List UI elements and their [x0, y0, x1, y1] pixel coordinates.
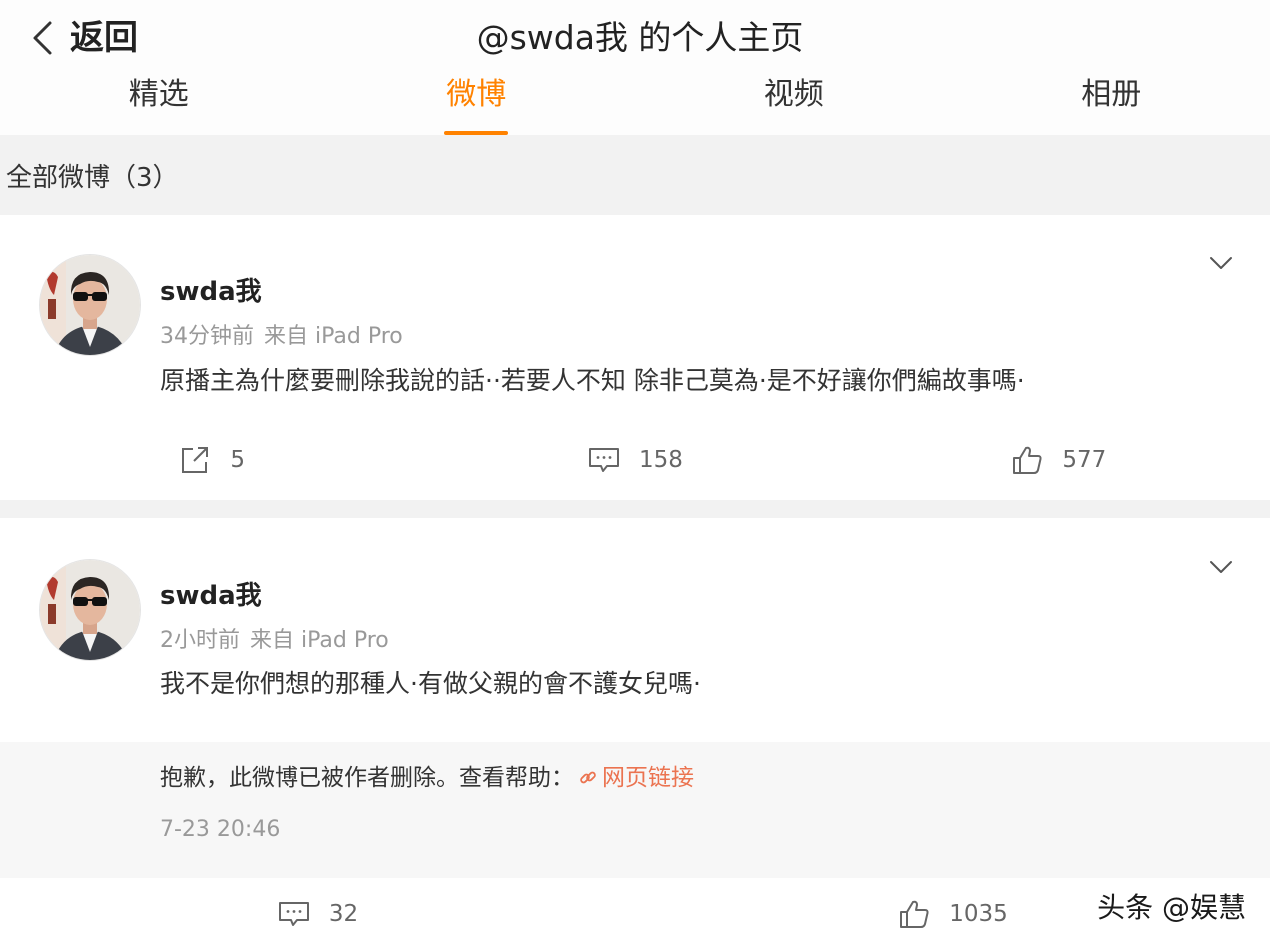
post-source: 来自 iPad Pro: [250, 628, 389, 653]
tab-label: 精选: [128, 77, 189, 112]
tab-label: 微博: [446, 77, 507, 112]
chevron-left-icon: [30, 20, 54, 56]
comment-icon: [587, 443, 621, 477]
profile-header: 返回 @swda我 的个人主页 精选 微博 视频 相册: [0, 0, 1270, 135]
post-menu-button[interactable]: [1208, 558, 1234, 576]
chevron-down-icon: [1210, 257, 1232, 269]
avatar-photo: [40, 560, 140, 660]
page-title: @swda我 的个人主页: [476, 18, 804, 57]
tab-featured[interactable]: 精选: [0, 70, 318, 135]
post-content: 我不是你們想的那種人·有做父親的會不護女兒嗎·: [160, 669, 701, 698]
comment-count: 158: [639, 447, 683, 473]
post-menu-button[interactable]: [1208, 254, 1234, 272]
tab-label: 视频: [763, 77, 824, 112]
repost-button[interactable]: 5: [0, 437, 423, 483]
feed-section-title: 全部微博（3）: [6, 163, 179, 193]
post-meta: 2小时前 来自 iPad Pro: [160, 626, 389, 656]
chevron-down-icon: [1210, 561, 1232, 573]
web-link[interactable]: 网页链接: [578, 762, 694, 794]
thumbs-up-icon: [897, 897, 931, 931]
comment-button[interactable]: 32: [0, 882, 635, 946]
avatar[interactable]: [40, 560, 140, 660]
deleted-notice-text: 抱歉，此微博已被作者删除。查看帮助：: [160, 765, 574, 791]
back-button[interactable]: 返回: [30, 14, 138, 62]
like-count: 1035: [949, 901, 1008, 927]
post-action-bar: 5 158 577: [0, 437, 1270, 483]
comment-count: 32: [328, 901, 359, 927]
like-count: 577: [1062, 447, 1107, 473]
post-card: swda我 34分钟前 来自 iPad Pro 原播主為什麼要刪除我說的話··若要…: [0, 215, 1270, 500]
like-button[interactable]: 577: [847, 437, 1270, 483]
share-icon: [178, 443, 212, 477]
avatar[interactable]: [40, 255, 140, 355]
avatar-photo: [40, 255, 140, 355]
post-source: 来自 iPad Pro: [264, 324, 403, 349]
post-time: 2小时前: [160, 628, 240, 653]
post-author-name[interactable]: swda我: [160, 277, 262, 307]
post-author-name[interactable]: swda我: [160, 581, 262, 611]
watermark: 头条 @娱慧: [1097, 891, 1246, 924]
back-label: 返回: [70, 18, 138, 58]
comment-button[interactable]: 158: [423, 437, 846, 483]
post-card: swda我 2小时前 来自 iPad Pro 我不是你們想的那種人·有做父親的會不…: [0, 518, 1270, 950]
comment-icon: [277, 897, 311, 931]
deleted-notice: 抱歉，此微博已被作者删除。查看帮助： 网页链接: [160, 762, 694, 794]
repost-count: 5: [230, 447, 245, 473]
tab-bar: 精选 微博 视频 相册: [0, 70, 1270, 135]
tab-active-indicator: [444, 131, 509, 135]
tab-weibo[interactable]: 微博: [318, 70, 636, 135]
web-link-label: 网页链接: [602, 765, 694, 791]
tab-albums[interactable]: 相册: [953, 70, 1270, 135]
post-meta: 34分钟前 来自 iPad Pro: [160, 322, 403, 352]
tab-videos[interactable]: 视频: [635, 70, 953, 135]
tab-label: 相册: [1081, 77, 1142, 112]
post-content: 原播主為什麼要刪除我說的話··若要人不知 除非己莫為·是不好讓你們編故事嗎·: [160, 366, 1025, 395]
post-time: 34分钟前: [160, 324, 254, 349]
thumbs-up-icon: [1010, 443, 1044, 477]
quoted-post-deleted[interactable]: 抱歉，此微博已被作者删除。查看帮助： 网页链接 7-23 20:46: [0, 742, 1270, 878]
quoted-post-date: 7-23 20:46: [160, 817, 281, 842]
link-icon: [578, 768, 598, 788]
post-action-bar: 32 1035: [0, 882, 1270, 946]
